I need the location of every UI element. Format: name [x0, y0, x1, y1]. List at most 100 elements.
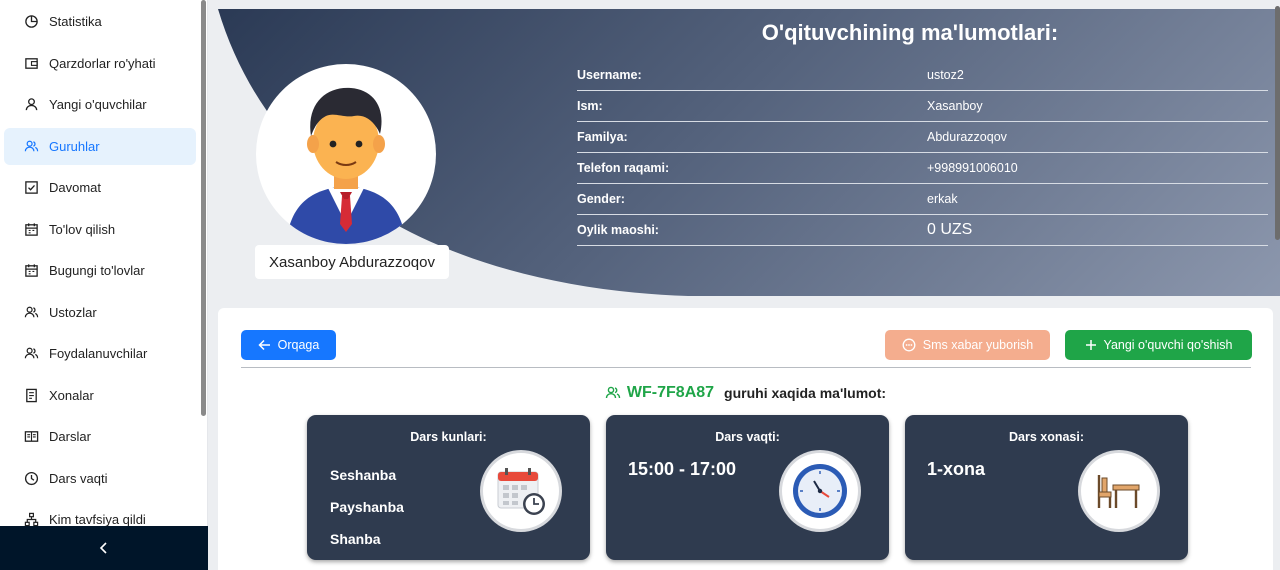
info-value: Xasanboy [927, 99, 983, 113]
clock-icon [782, 453, 858, 529]
calendar-icon [483, 453, 559, 529]
teacher-info-table: Username: ustoz2 Ism: Xasanboy Familya: Abd… [577, 60, 1268, 246]
sidebar-item-guruhlar[interactable]: Guruhlar [4, 128, 196, 165]
info-key: Ism: [577, 99, 603, 113]
page-scrollbar[interactable] [1275, 6, 1280, 240]
info-value: erkak [927, 192, 958, 206]
sidebar-item-ustozlar[interactable]: Ustozlar [4, 294, 196, 331]
sidebar-item-label: To'lov qilish [49, 222, 116, 237]
sidebar-item-kim-tavfsiya[interactable]: Kim tavfsiya qildi [4, 501, 196, 526]
info-value: Abdurazzoqov [927, 130, 1007, 144]
sidebar-scrollbar[interactable] [201, 0, 206, 416]
pie-chart-icon [25, 15, 38, 28]
sidebar-item-darslar[interactable]: Darslar [4, 418, 196, 455]
info-value: +998991006010 [927, 161, 1018, 175]
lesson-days-title: Dars kunlari: [410, 430, 487, 444]
lesson-time-title: Dars vaqti: [715, 430, 780, 444]
sidebar-item-tolov-qilish[interactable]: To'lov qilish [4, 211, 196, 248]
book-icon [24, 431, 39, 442]
sidebar-item-qarzdorlar[interactable]: Qarzdorlar ro'yhati [4, 45, 196, 82]
lesson-time-card: Dars vaqti: 15:00 - 17:00 [606, 415, 889, 560]
info-value: ustoz2 [927, 68, 964, 82]
calendar-icon [25, 264, 38, 277]
back-button-label: Orqaga [277, 338, 320, 352]
group-heading: WF-7F8A87 guruhi xaqida ma'lumot: [218, 384, 1273, 402]
sms-button[interactable]: Sms xabar yuborish [885, 330, 1050, 360]
user-icon [25, 98, 38, 111]
sidebar-menu: Statistika Qarzdorlar ro'yhati Yangi o'q… [0, 0, 200, 526]
calendar-icon [25, 223, 38, 236]
sidebar-item-label: Dars vaqti [49, 471, 108, 486]
add-student-button-label: Yangi o'quvchi qo'shish [1103, 338, 1233, 352]
sidebar-item-label: Statistika [49, 14, 102, 29]
teacher-avatar [256, 64, 436, 244]
desk-icon [1081, 453, 1157, 529]
info-row-telefon: Telefon raqami: +998991006010 [577, 153, 1268, 184]
sidebar-item-bugungi-tolovlar[interactable]: Bugungi to'lovlar [4, 252, 196, 289]
main-content: Xasanboy Abdurazzoqov O'qituvchining ma'… [208, 0, 1280, 570]
lesson-room-value: 1-xona [927, 459, 986, 479]
info-key: Gender: [577, 192, 625, 206]
sidebar-collapse-button[interactable] [0, 526, 208, 570]
sidebar-item-label: Darslar [49, 429, 91, 444]
group-heading-suffix: guruhi xaqida ma'lumot: [724, 385, 887, 401]
group-panel: Orqaga Sms xabar yuborish Yangi o'quvchi… [218, 308, 1273, 570]
teacher-name-card: Xasanboy Abdurazzoqov [255, 245, 449, 279]
sidebar-item-label: Xonalar [49, 388, 94, 403]
sidebar-item-davomat[interactable]: Davomat [4, 169, 196, 206]
sidebar-item-label: Qarzdorlar ro'yhati [49, 56, 156, 71]
info-row-familya: Familya: Abdurazzoqov [577, 122, 1268, 153]
team-icon [24, 347, 39, 359]
lesson-day: Payshanba [330, 499, 404, 515]
wallet-icon [25, 58, 38, 69]
lesson-day: Seshanba [330, 467, 397, 483]
sidebar-item-xonalar[interactable]: Xonalar [4, 377, 196, 414]
clock-icon [24, 471, 39, 486]
back-button[interactable]: Orqaga [241, 330, 336, 360]
team-icon [605, 386, 621, 399]
info-row-oylik: Oylik maoshi: 0 UZS [577, 215, 1268, 246]
sidebar-item-dars-vaqti[interactable]: Dars vaqti [4, 460, 196, 497]
info-row-ism: Ism: Xasanboy [577, 91, 1268, 122]
apartment-icon [24, 512, 39, 526]
lesson-day: Shanba [330, 531, 381, 547]
info-key: Telefon raqami: [577, 161, 670, 175]
info-row-username: Username: ustoz2 [577, 60, 1268, 91]
sidebar: Statistika Qarzdorlar ro'yhati Yangi o'q… [0, 0, 208, 570]
info-key: Username: [577, 68, 642, 82]
sidebar-item-label: Kim tavfsiya qildi [49, 512, 146, 526]
add-student-button[interactable]: Yangi o'quvchi qo'shish [1065, 330, 1252, 360]
sidebar-item-foydalanuvchilar[interactable]: Foydalanuvchilar [4, 335, 196, 372]
arrow-left-icon [258, 339, 270, 351]
sidebar-item-label: Guruhlar [49, 139, 100, 154]
sidebar-item-yangi-oquvchilar[interactable]: Yangi o'quvchilar [4, 86, 196, 123]
file-icon [26, 388, 37, 403]
lesson-room-title: Dars xonasi: [1008, 430, 1085, 444]
sidebar-item-label: Yangi o'quvchilar [49, 97, 147, 112]
message-icon [902, 338, 916, 352]
sms-button-label: Sms xabar yuborish [922, 338, 1034, 352]
team-icon [24, 140, 39, 152]
info-key: Oylik maoshi: [577, 223, 659, 237]
lesson-days-list: Seshanba Payshanba Shanba [330, 459, 404, 555]
info-value: 0 UZS [927, 221, 973, 238]
sidebar-item-statistika[interactable]: Statistika [4, 3, 196, 40]
teacher-full-name: Xasanboy Abdurazzoqov [269, 253, 435, 271]
sidebar-item-label: Davomat [49, 180, 102, 195]
info-key: Familya: [577, 130, 628, 144]
team-icon [24, 306, 39, 318]
sidebar-item-label: Bugungi to'lovlar [49, 263, 145, 278]
sidebar-item-label: Ustozlar [49, 305, 97, 320]
divider [241, 367, 1251, 368]
chevron-left-icon [99, 542, 107, 554]
plus-icon [1085, 340, 1096, 350]
sidebar-item-label: Foydalanuvchilar [49, 346, 148, 361]
checkbox-icon [25, 181, 38, 194]
lesson-days-card: Dars kunlari: Seshanba Payshanba Shanba [307, 415, 590, 560]
businessman-avatar-icon [286, 87, 406, 244]
info-row-gender: Gender: erkak [577, 184, 1268, 215]
group-code: WF-7F8A87 [626, 384, 715, 401]
lesson-time-value: 15:00 - 17:00 [628, 459, 737, 479]
lesson-room-card: Dars xonasi: 1-xona [905, 415, 1188, 560]
teacher-info-title: O'qituvchining ma'lumotlari: [761, 20, 1059, 45]
